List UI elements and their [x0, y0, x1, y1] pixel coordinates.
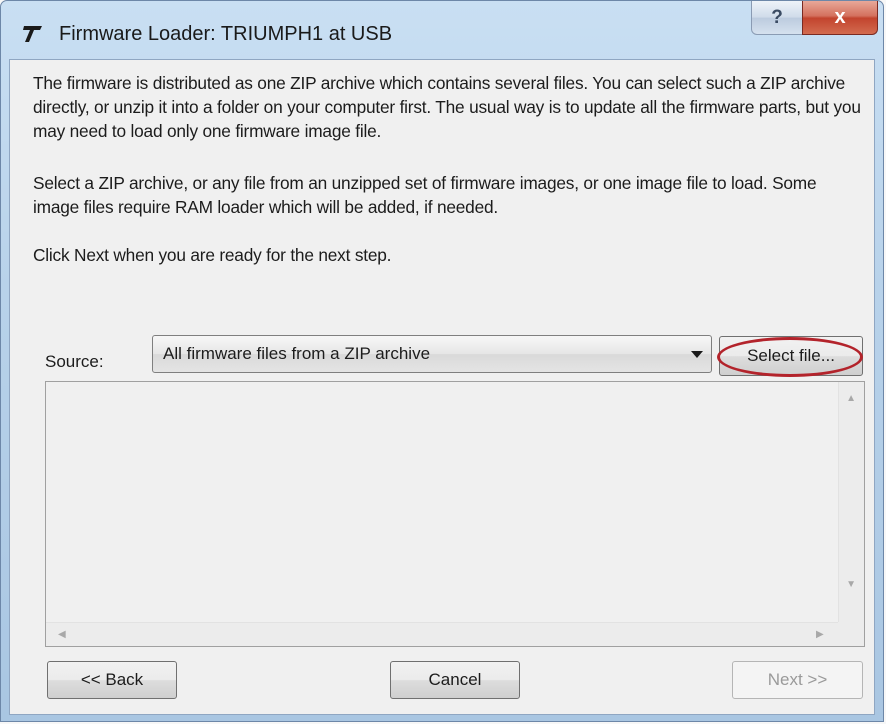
source-dropdown[interactable]: All firmware files from a ZIP archive: [152, 335, 712, 373]
source-selected-value: All firmware files from a ZIP archive: [163, 344, 431, 363]
scroll-down-icon[interactable]: ▼: [846, 580, 856, 590]
select-file-button[interactable]: Select file...: [719, 336, 863, 376]
file-list-panel[interactable]: ▲ ▼ ◀ ▶: [45, 381, 865, 647]
window-title: Firmware Loader: TRIUMPH1 at USB: [59, 23, 393, 45]
scroll-left-icon[interactable]: ◀: [58, 630, 66, 640]
source-label: Source:: [45, 352, 104, 371]
next-step-paragraph: Click Next when you are ready for the ne…: [33, 245, 392, 265]
help-button[interactable]: ?: [751, 1, 803, 35]
chevron-down-icon: [691, 351, 703, 358]
next-button[interactable]: Next >>: [732, 661, 863, 699]
cancel-button[interactable]: Cancel: [390, 661, 520, 699]
title-bar[interactable]: Firmware Loader: TRIUMPH1 at USB ? x: [1, 1, 883, 59]
app-logo-icon: [23, 26, 42, 42]
back-button[interactable]: << Back: [47, 661, 177, 699]
scroll-right-icon[interactable]: ▶: [816, 630, 824, 640]
instruction-paragraph: Select a ZIP archive, or any file from a…: [33, 173, 817, 217]
scrollbar-corner: [838, 622, 864, 646]
close-button[interactable]: x: [802, 1, 878, 35]
intro-paragraph: The firmware is distributed as one ZIP a…: [33, 73, 861, 141]
horizontal-scrollbar[interactable]: ◀ ▶: [46, 622, 838, 646]
firmware-loader-window: Firmware Loader: TRIUMPH1 at USB ? x The…: [0, 0, 884, 722]
scroll-up-icon[interactable]: ▲: [846, 394, 856, 404]
vertical-scrollbar[interactable]: ▲ ▼: [838, 382, 864, 624]
